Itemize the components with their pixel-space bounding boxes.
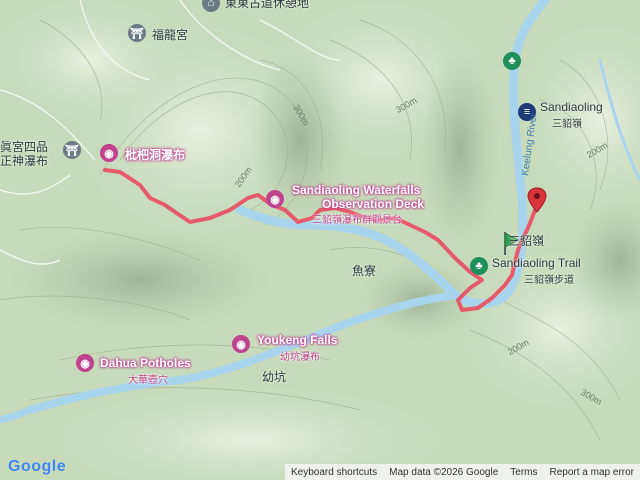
left-temple-label-2[interactable]: 正神瀑布: [0, 152, 48, 169]
youkeng-falls-zh-label: 幼坑瀑布: [280, 352, 320, 363]
trail-label-zh: 三貂嶺步道: [524, 275, 574, 286]
camera-icon[interactable]: ◉: [76, 354, 94, 372]
dahua-potholes-zh-label: 大華壺穴: [128, 375, 168, 386]
temple-icon[interactable]: ⛩: [63, 141, 81, 159]
report-error-link[interactable]: Report a map error: [544, 467, 640, 478]
deck-label-2[interactable]: Observation Deck: [322, 197, 424, 211]
terms-link[interactable]: Terms: [504, 467, 543, 478]
yuliao-label: 魚寮: [352, 264, 377, 278]
park-icon[interactable]: ♣: [470, 257, 488, 275]
dahua-potholes-label[interactable]: Dahua Potholes: [100, 356, 191, 370]
loquat-falls-label[interactable]: 枇杷洞瀑布: [125, 146, 185, 163]
trail-label-en[interactable]: Sandiaoling Trail: [492, 256, 581, 270]
camera-icon[interactable]: ◉: [266, 190, 284, 208]
park-icon[interactable]: ♣: [503, 52, 521, 70]
station-label-en[interactable]: Sandiaoling: [540, 100, 603, 114]
logo-text: Google: [8, 458, 67, 475]
map-data-text: Map data ©2026 Google: [389, 466, 499, 478]
fulong-temple-label[interactable]: 福龍宮: [152, 26, 188, 43]
keyboard-shortcuts-link[interactable]: Keyboard shortcuts: [285, 467, 383, 478]
temple-icon[interactable]: ⛩: [128, 24, 146, 42]
youkeng-village-label: 幼坑: [262, 370, 287, 384]
camera-icon[interactable]: ◉: [100, 144, 118, 162]
camera-icon[interactable]: ◉: [232, 335, 250, 353]
attribution-bar: Keyboard shortcuts Map data ©2026 Google…: [284, 464, 640, 480]
deck-label-zh: 三貂嶺瀑布群觀景台: [312, 215, 402, 226]
rest-area-label[interactable]: 東東古道休憩地: [225, 0, 309, 11]
deck-label-1[interactable]: Sandiaoling Waterfalls: [292, 183, 420, 197]
google-logo: Google: [8, 458, 66, 476]
sandiao-zh-label: 三貂嶺: [508, 234, 545, 248]
station-label-zh: 三貂嶺: [552, 119, 582, 130]
youkeng-falls-label[interactable]: Youkeng Falls: [257, 333, 337, 347]
